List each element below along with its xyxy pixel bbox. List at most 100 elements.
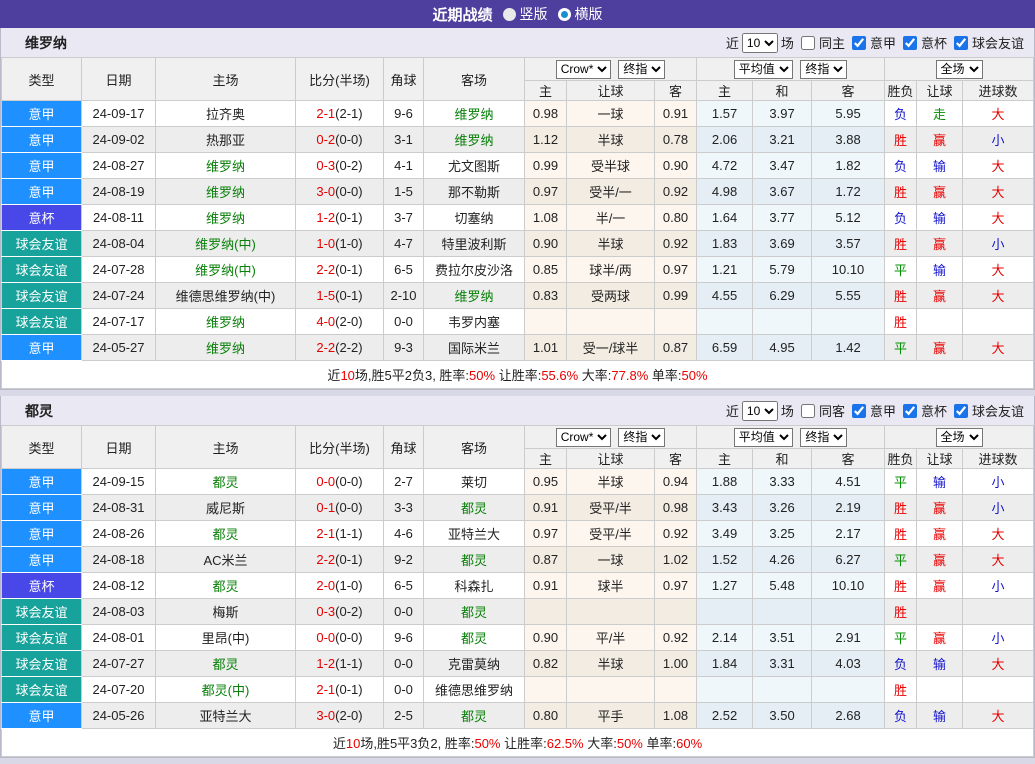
match-date: 24-08-18 xyxy=(81,546,156,573)
summary-value: 50% xyxy=(474,736,501,751)
avg-away: 3.57 xyxy=(811,230,886,257)
fullmatch-select[interactable]: 全场 xyxy=(935,427,983,447)
result-handicap: 赢 xyxy=(916,334,964,361)
halftime-score: (0-2) xyxy=(335,604,363,619)
final-index-select-2[interactable]: 终指 xyxy=(800,59,848,79)
radio-horizontal-label[interactable]: 横版 xyxy=(575,4,603,24)
radio-vertical-icon[interactable] xyxy=(502,7,516,21)
summary-value: 62.5% xyxy=(546,736,584,751)
layout-horizontal-option[interactable]: 横版 xyxy=(557,4,603,24)
home-team: 维罗纳 xyxy=(155,204,296,231)
layout-vertical-option[interactable]: 竖版 xyxy=(502,4,548,24)
summary-label: 场,胜5平2负3, 胜率: xyxy=(354,368,470,383)
col-odds-home: 主 xyxy=(524,80,567,101)
odds-home: 0.97 xyxy=(524,520,567,547)
result-wdl: 平 xyxy=(884,256,918,283)
same-venue-checkbox[interactable] xyxy=(800,403,815,418)
match-type-badge: 意甲 xyxy=(1,494,82,521)
result-wdl: 胜 xyxy=(884,126,918,153)
match-date: 24-08-04 xyxy=(81,230,156,257)
company-select[interactable]: Crow* xyxy=(555,59,611,79)
table-row: 球会友谊 24-07-24 维德思维罗纳(中) 1-5(0-1) 2-10 维罗纳 0.83… xyxy=(1,282,1034,309)
fulltime-score: 0-0 xyxy=(316,474,336,489)
same-venue-label[interactable]: 同客 xyxy=(819,401,845,420)
avg-away: 3.88 xyxy=(811,126,886,153)
odds-home: 0.97 xyxy=(524,178,567,205)
avg-dropdown-cell: 平均值 终指 xyxy=(696,425,886,449)
halftime-score: (0-1) xyxy=(335,552,363,567)
match-count-select[interactable]: 10 xyxy=(741,32,778,53)
page-title: 近期战绩 xyxy=(432,6,493,24)
friendly-label[interactable]: 球会友谊 xyxy=(972,33,1024,52)
serie-a-checkbox[interactable] xyxy=(851,35,866,50)
col-odds-handicap: 让球 xyxy=(566,448,655,469)
same-venue-label[interactable]: 同主 xyxy=(819,33,845,52)
odds-away: 0.87 xyxy=(653,334,698,361)
corner-score: 3-7 xyxy=(383,204,424,231)
col-avg-home: 主 xyxy=(696,448,754,469)
friendly-checkbox[interactable] xyxy=(953,403,968,418)
fulltime-score: 2-0 xyxy=(316,578,336,593)
away-team: 亚特兰大 xyxy=(423,520,525,547)
match-type-badge: 意杯 xyxy=(1,204,82,231)
coppa-label[interactable]: 意杯 xyxy=(921,401,947,420)
summary-label: 大率: xyxy=(583,736,617,751)
odds-away: 0.97 xyxy=(653,572,698,599)
halftime-score: (2-2) xyxy=(335,340,363,355)
friendly-label[interactable]: 球会友谊 xyxy=(972,401,1024,420)
match-type-badge: 意杯 xyxy=(1,572,82,599)
match-score: 4-0(2-0) xyxy=(295,308,384,335)
summary-row: 近10场,胜5平3负2, 胜率:50% 让胜率:62.5% 大率:50% 单率:… xyxy=(1,728,1034,757)
radio-vertical-label[interactable]: 竖版 xyxy=(520,4,548,24)
table-row: 意甲 24-08-31 威尼斯 0-1(0-0) 3-3 都灵 0.91 受平/半 0.98 3.… xyxy=(1,494,1034,521)
serie-a-label[interactable]: 意甲 xyxy=(870,33,896,52)
final-index-select-2[interactable]: 终指 xyxy=(800,427,848,447)
odds-away: 0.97 xyxy=(653,256,698,283)
result-handicap: 输 xyxy=(916,256,964,283)
serie-a-checkbox[interactable] xyxy=(851,403,866,418)
radio-horizontal-icon[interactable] xyxy=(557,7,571,21)
friendly-checkbox[interactable] xyxy=(953,35,968,50)
away-team: 韦罗内塞 xyxy=(423,308,525,335)
odds-handicap: 受半/一 xyxy=(566,178,655,205)
odds-home xyxy=(524,676,567,703)
avg-away: 5.12 xyxy=(811,204,886,231)
coppa-label[interactable]: 意杯 xyxy=(921,33,947,52)
coppa-checkbox[interactable] xyxy=(902,35,917,50)
odds-handicap: 半球 xyxy=(566,468,655,495)
avg-away xyxy=(811,676,886,703)
avg-home: 4.55 xyxy=(696,282,754,309)
coppa-checkbox[interactable] xyxy=(902,403,917,418)
avg-draw: 3.33 xyxy=(752,468,813,495)
average-select[interactable]: 平均值 xyxy=(733,427,793,447)
serie-a-label[interactable]: 意甲 xyxy=(870,401,896,420)
avg-home: 1.84 xyxy=(696,650,754,677)
final-index-select[interactable]: 终指 xyxy=(618,427,666,447)
result-handicap: 赢 xyxy=(916,624,964,651)
sections-container: 维罗纳 近 10 场 同主 意甲 意杯 球会友谊 类型 日期 主场 比分(半场)… xyxy=(0,28,1035,758)
result-goals: 大 xyxy=(962,702,1034,729)
avg-away: 5.55 xyxy=(811,282,886,309)
match-type-badge: 意甲 xyxy=(1,468,82,495)
col-date: 日期 xyxy=(81,57,156,101)
fullmatch-select[interactable]: 全场 xyxy=(935,59,983,79)
halftime-score: (1-1) xyxy=(335,656,363,671)
result-wdl: 胜 xyxy=(884,598,918,625)
fulltime-score: 0-1 xyxy=(316,500,336,515)
result-wdl: 胜 xyxy=(884,494,918,521)
match-count-select[interactable]: 10 xyxy=(741,400,778,421)
same-venue-checkbox[interactable] xyxy=(800,35,815,50)
corner-score: 3-1 xyxy=(383,126,424,153)
company-select[interactable]: Crow* xyxy=(555,427,611,447)
avg-away xyxy=(811,598,886,625)
corner-score: 9-6 xyxy=(383,624,424,651)
final-index-select[interactable]: 终指 xyxy=(618,59,666,79)
summary-label: 大率: xyxy=(578,368,612,383)
col-result: 胜负 xyxy=(884,80,918,101)
avg-home: 4.72 xyxy=(696,152,754,179)
avg-home: 3.49 xyxy=(696,520,754,547)
average-select[interactable]: 平均值 xyxy=(733,59,793,79)
away-team: 维罗纳 xyxy=(423,100,525,127)
col-avg-home: 主 xyxy=(696,80,754,101)
col-result-goals: 进球数 xyxy=(962,80,1034,101)
